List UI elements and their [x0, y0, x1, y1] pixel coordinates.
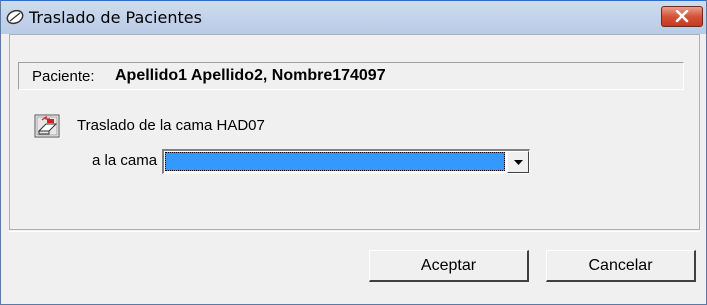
transfer-from-text: Traslado de la cama HAD07: [77, 117, 265, 134]
chevron-down-icon: [514, 160, 523, 165]
patient-field: Paciente: Apellido1 Apellido2, Nombre174…: [18, 62, 684, 90]
divider: [9, 231, 700, 232]
dropdown-button[interactable]: [507, 151, 529, 173]
cancel-button[interactable]: Cancelar: [546, 250, 696, 282]
to-bed-label: a la cama: [92, 152, 158, 169]
patient-name: Apellido1 Apellido2, Nombre174097: [115, 67, 386, 84]
accept-button[interactable]: Aceptar: [369, 250, 529, 282]
capsule-icon: [5, 7, 25, 27]
title-bar[interactable]: Traslado de Pacientes: [1, 0, 706, 34]
close-button[interactable]: [661, 6, 703, 27]
close-icon: [675, 10, 689, 23]
window-title: Traslado de Pacientes: [29, 8, 202, 27]
patient-label: Paciente:: [32, 68, 95, 85]
bed-transfer-icon: [34, 111, 62, 139]
transfer-dialog: Traslado de Pacientes Paciente: Apellido…: [0, 0, 707, 305]
to-bed-select-value[interactable]: [165, 152, 505, 171]
to-bed-select[interactable]: [162, 149, 530, 174]
